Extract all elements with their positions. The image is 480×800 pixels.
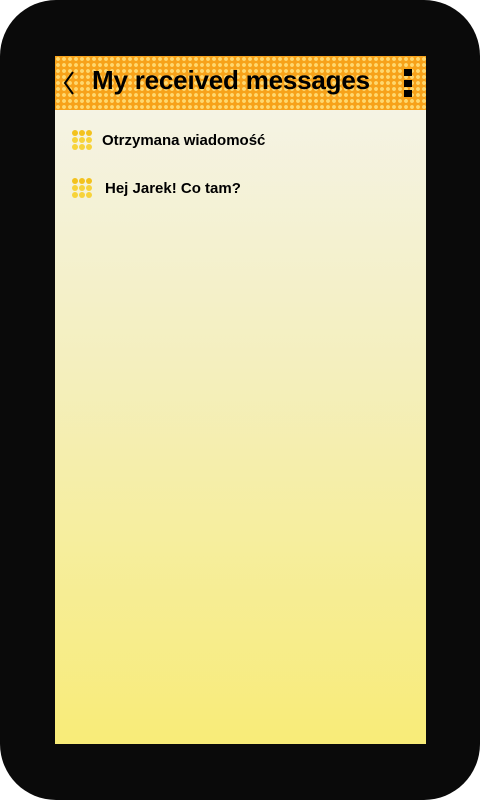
app-bar: My received messages (55, 56, 426, 110)
message-list: Otrzymana wiadomość Hej Jarek! Co tam? (55, 122, 426, 218)
page-title: My received messages (92, 65, 370, 95)
device-frame: My received messages Otrzymana wiadomość… (0, 0, 480, 800)
menu-dot-bottom (404, 90, 412, 97)
message-list-item[interactable]: Otrzymana wiadomość (55, 122, 426, 170)
message-dots-icon (72, 178, 94, 198)
message-list-item[interactable]: Hej Jarek! Co tam? (55, 170, 426, 218)
menu-dot-top (404, 69, 412, 76)
chevron-left-icon (63, 71, 74, 95)
menu-dot-middle (404, 79, 412, 87)
message-text: Hej Jarek! Co tam? (105, 180, 241, 197)
overflow-menu-button[interactable] (402, 69, 414, 97)
message-dots-icon (72, 130, 94, 150)
back-button[interactable] (57, 66, 81, 100)
app-screen: My received messages Otrzymana wiadomość… (55, 56, 426, 744)
message-text: Otrzymana wiadomość (102, 132, 266, 149)
